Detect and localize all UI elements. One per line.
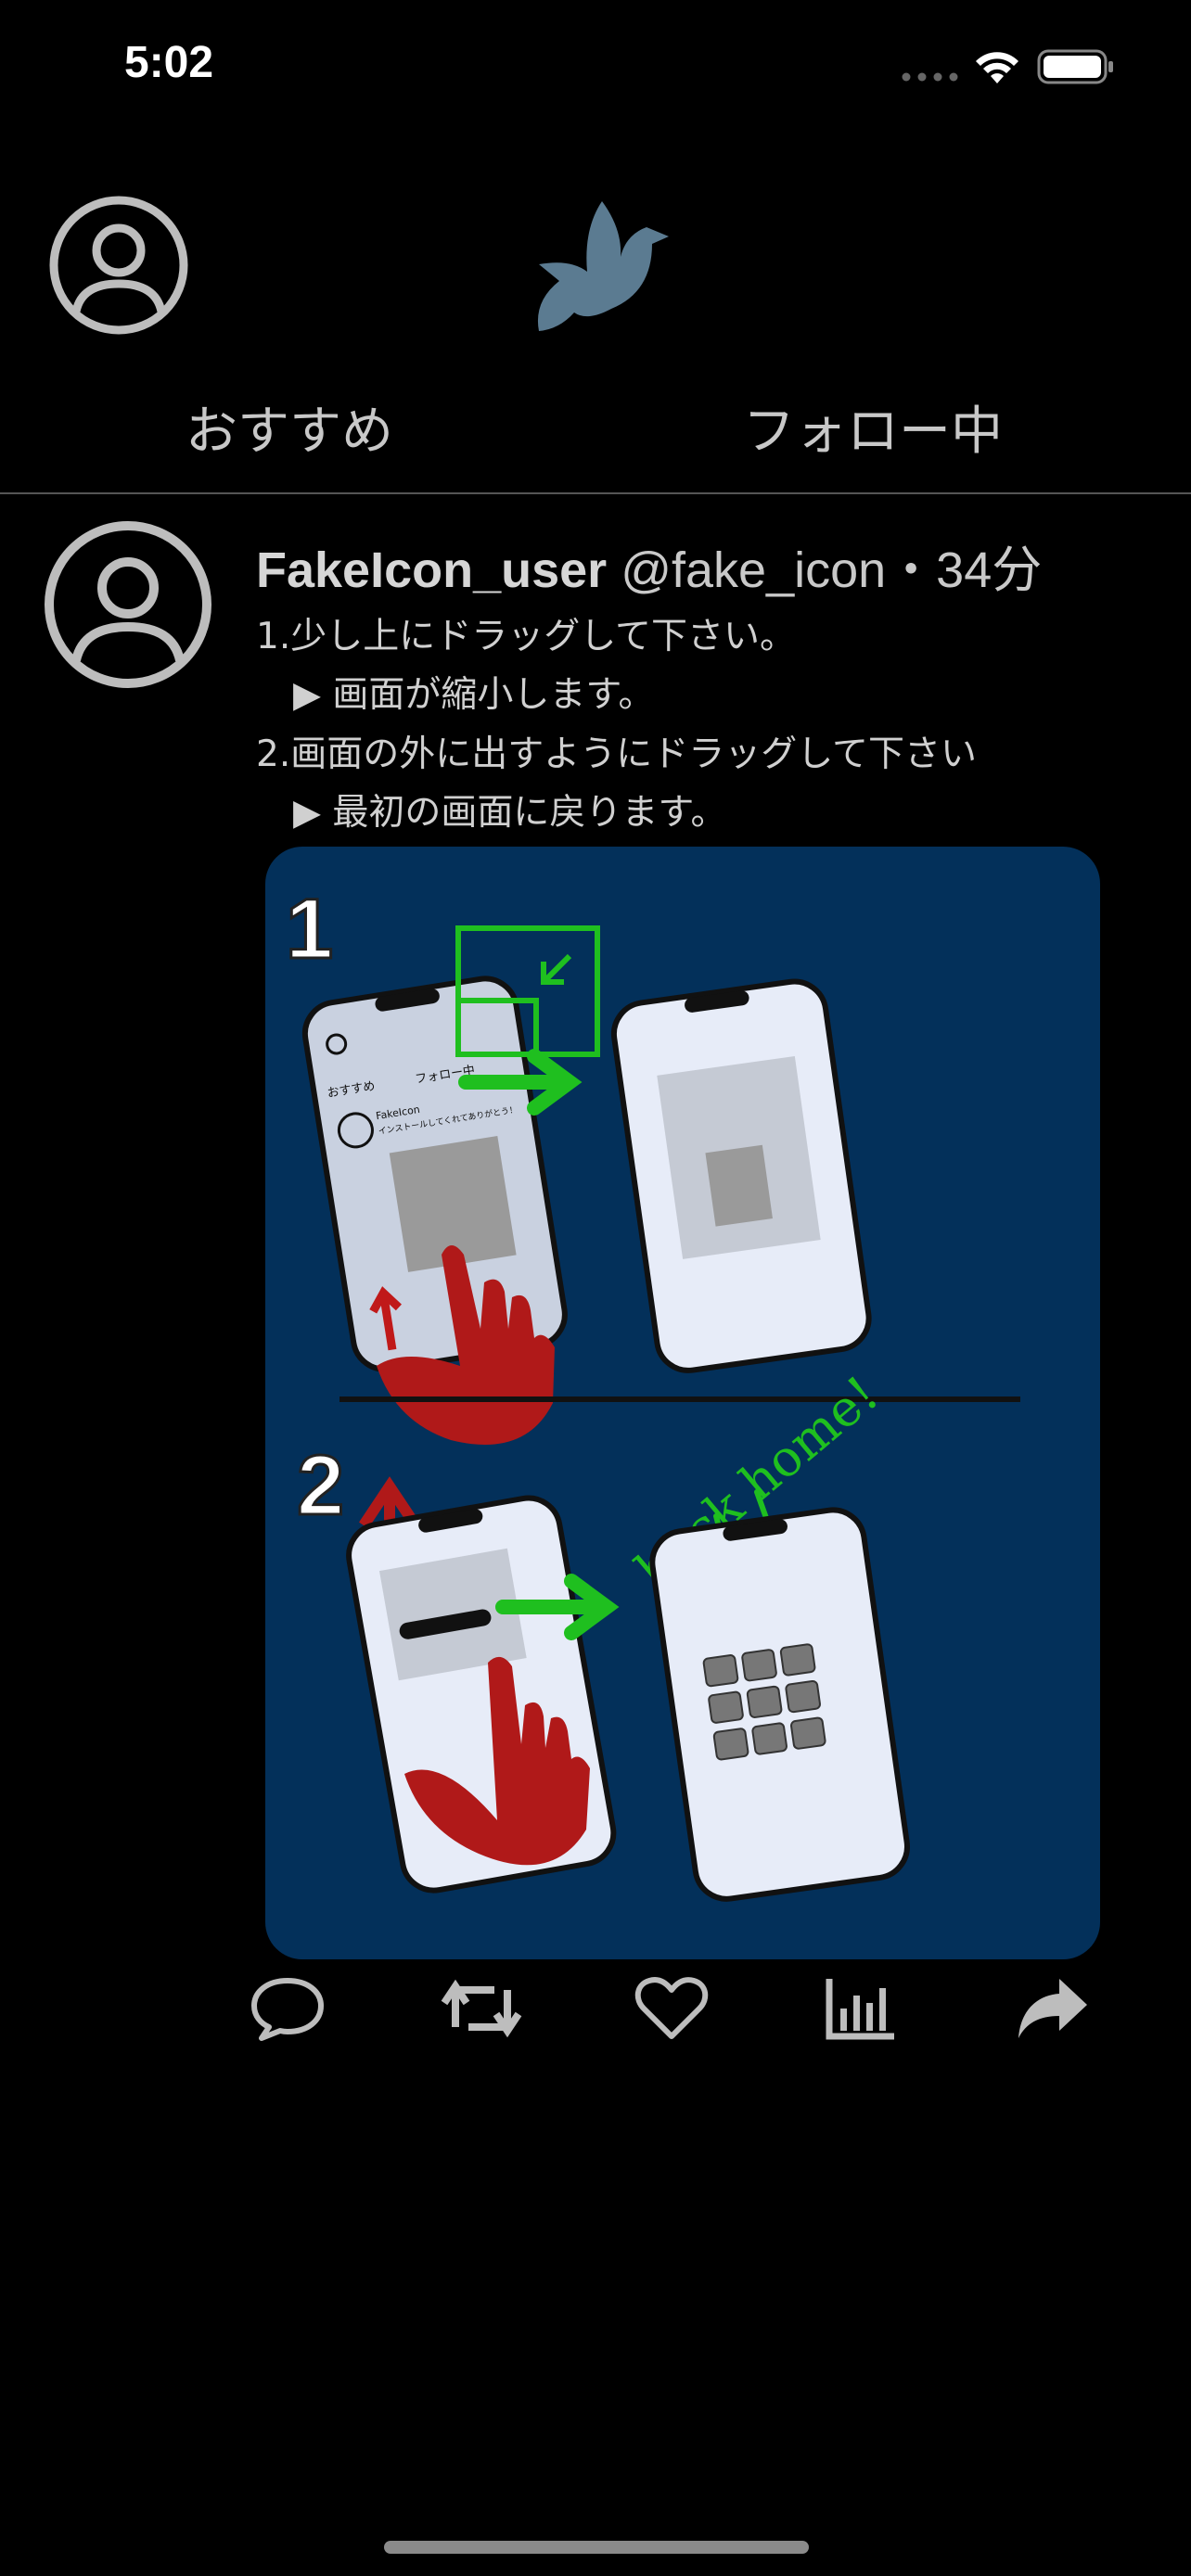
reply-icon[interactable] <box>249 1975 327 2042</box>
post-text-line: ▶ 画面が縮小します。 <box>293 674 655 716</box>
post-header: FakeIcon_user @fake_icon・34分 <box>256 529 1042 602</box>
avatar[interactable] <box>43 519 213 690</box>
post-text-line: 1.少し上にドラッグして下さい。 <box>256 616 797 657</box>
profile-icon[interactable] <box>48 195 189 336</box>
phone-illustration <box>649 1507 910 1902</box>
post-image[interactable]: 1 2 おすすめ フォロー中 FakeIcon インストールしてくれてありがとう… <box>265 847 1100 1959</box>
app-grid-icon <box>702 1643 826 1761</box>
app-logo-dove-icon <box>537 201 669 331</box>
stats-icon[interactable] <box>824 1975 898 2042</box>
cellular-signal-icon <box>902 72 958 82</box>
retweet-icon[interactable] <box>441 1975 522 2042</box>
tab-recommended[interactable]: おすすめ <box>0 389 579 465</box>
heart-icon[interactable] <box>634 1975 709 2042</box>
home-indicator <box>384 2541 809 2554</box>
post-text-line: ▶ 最初の画面に戻ります。 <box>293 792 727 834</box>
status-time: 5:02 <box>124 38 214 87</box>
share-icon[interactable] <box>1015 1975 1089 2042</box>
post-username[interactable]: FakeIcon_user <box>256 542 607 598</box>
divider <box>0 492 1191 494</box>
step-1-label: 1 <box>286 882 333 976</box>
post-text-line: 2.画面の外に出すようにドラッグして下さい <box>256 733 978 775</box>
post-handle-time: @fake_icon・34分 <box>607 542 1043 598</box>
battery-icon <box>1037 49 1113 84</box>
step-2-label: 2 <box>297 1438 344 1533</box>
wifi-icon <box>976 52 1018 83</box>
phone-illustration <box>610 978 872 1373</box>
tab-following[interactable]: フォロー中 <box>579 389 1167 465</box>
